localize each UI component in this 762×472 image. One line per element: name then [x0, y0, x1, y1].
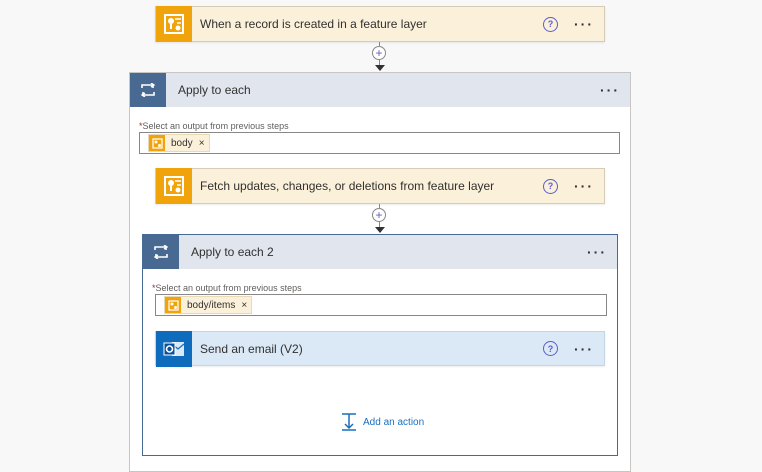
add-action-button[interactable]: Add an action	[341, 413, 424, 431]
field-label: *Select an output from previous steps	[139, 121, 289, 131]
more-options-icon[interactable]: ···	[574, 342, 594, 356]
loop-icon	[143, 235, 179, 269]
feature-layer-icon	[149, 135, 165, 151]
feature-layer-icon	[156, 6, 192, 42]
apply-to-each-title: Apply to each	[178, 83, 251, 97]
token-label: body	[171, 137, 193, 149]
send-email-card[interactable]: Send an email (V2) ? ···	[155, 330, 605, 367]
help-icon[interactable]: ?	[543, 178, 558, 194]
fetch-updates-card[interactable]: Fetch updates, changes, or deletions fro…	[155, 168, 605, 204]
dynamic-token[interactable]: body/items ×	[164, 296, 253, 314]
field-label: *Select an output from previous steps	[152, 283, 302, 293]
add-action-label: Add an action	[363, 416, 425, 428]
output-select-field[interactable]: body/items ×	[155, 294, 607, 316]
send-email-title: Send an email (V2)	[200, 341, 303, 356]
arrow-down-icon	[375, 65, 385, 71]
help-icon[interactable]: ?	[543, 16, 558, 32]
remove-token-button[interactable]: ×	[241, 300, 247, 311]
trigger-title: When a record is created in a feature la…	[200, 17, 427, 31]
apply-to-each-2-title: Apply to each 2	[191, 245, 274, 259]
apply-to-each-header[interactable]: Apply to each ···	[130, 73, 630, 107]
feature-layer-icon	[156, 168, 192, 204]
insert-step-button[interactable]: +	[372, 208, 386, 222]
outlook-icon	[156, 330, 192, 367]
trigger-card[interactable]: When a record is created in a feature la…	[155, 6, 605, 42]
fetch-updates-title: Fetch updates, changes, or deletions fro…	[200, 179, 495, 193]
add-action-icon	[342, 413, 356, 431]
insert-step-button[interactable]: +	[372, 46, 386, 60]
more-options-icon[interactable]: ···	[587, 245, 607, 259]
loop-icon	[130, 73, 166, 107]
apply-to-each-2-header[interactable]: Apply to each 2 ···	[143, 235, 617, 269]
token-label: body/items	[187, 299, 236, 311]
help-icon[interactable]: ?	[543, 341, 558, 356]
arrow-down-icon	[375, 227, 385, 233]
more-options-icon[interactable]: ···	[600, 83, 620, 97]
feature-layer-icon	[165, 297, 181, 313]
dynamic-token[interactable]: body ×	[148, 134, 210, 152]
more-options-icon[interactable]: ···	[574, 179, 594, 193]
more-options-icon[interactable]: ···	[574, 17, 594, 31]
output-select-field[interactable]: body ×	[139, 132, 620, 154]
remove-token-button[interactable]: ×	[199, 138, 205, 149]
